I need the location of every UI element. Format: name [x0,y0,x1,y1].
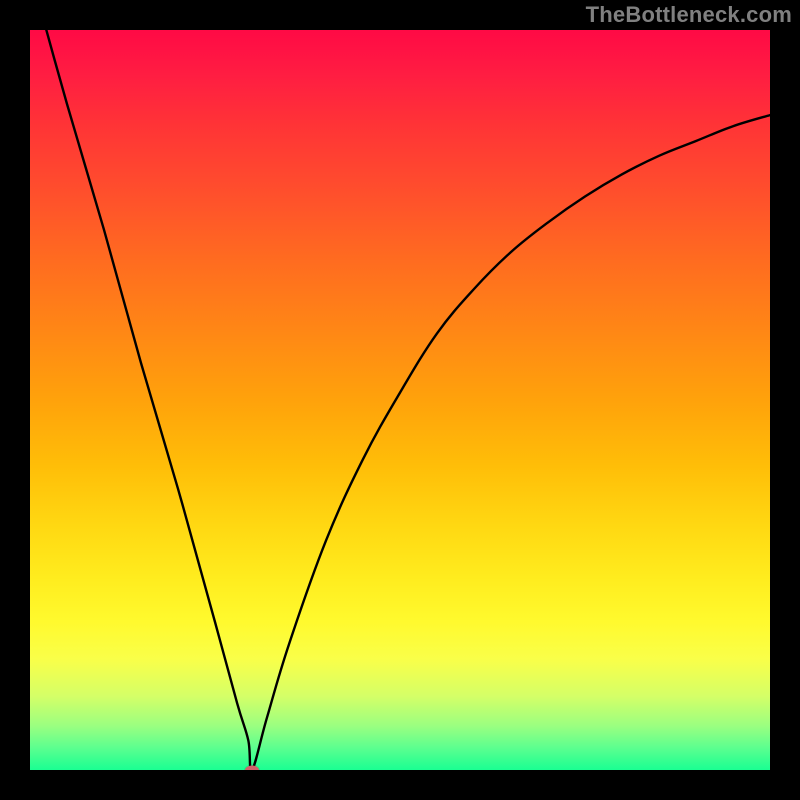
watermark-text: TheBottleneck.com [586,2,792,28]
optimum-marker [245,766,259,771]
curve-svg [30,30,770,770]
plot-area [30,30,770,770]
chart-frame: TheBottleneck.com [0,0,800,800]
bottleneck-curve [30,30,770,770]
